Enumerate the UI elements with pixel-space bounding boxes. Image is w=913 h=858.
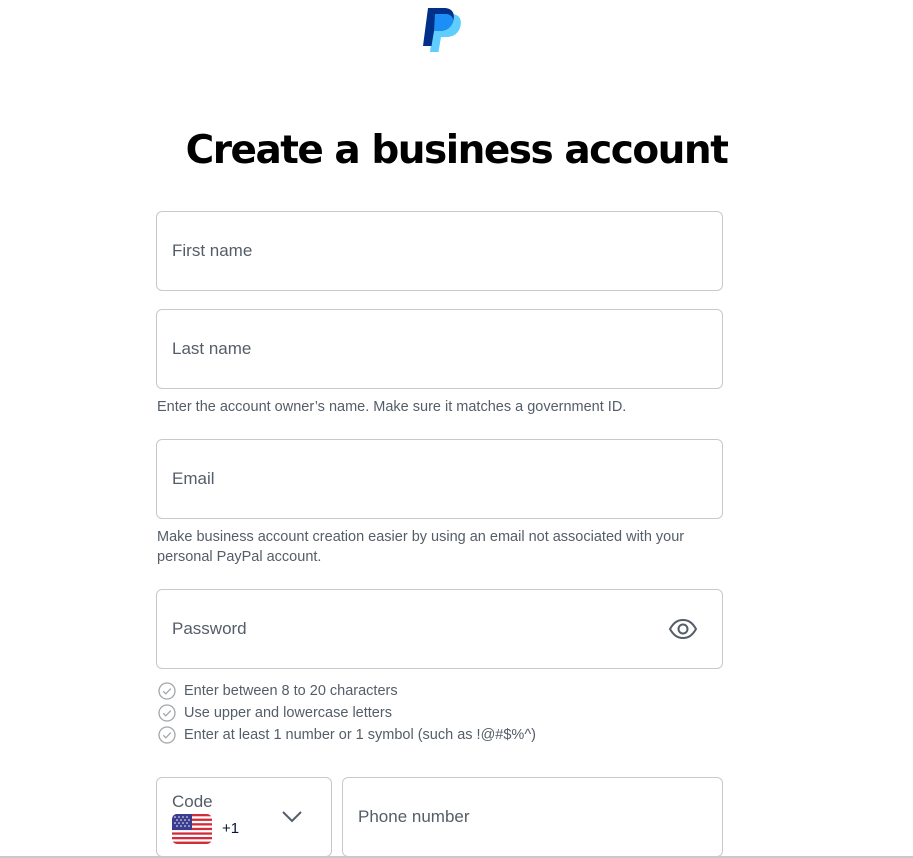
first-name-placeholder: First name [172, 241, 253, 260]
phone-number-field[interactable]: Phone number [342, 777, 723, 857]
password-rule-text: Enter at least 1 number or 1 symbol (suc… [184, 727, 536, 743]
password-rule: Enter at least 1 number or 1 symbol (suc… [158, 724, 536, 746]
email-field[interactable]: Email [156, 439, 723, 519]
email-helper-text: Make business account creation easier by… [157, 529, 685, 565]
password-rule-text: Use upper and lowercase letters [184, 705, 392, 721]
password-rule: Enter between 8 to 20 characters [158, 680, 536, 702]
first-name-field[interactable]: First name [156, 211, 723, 291]
name-helper-text: Enter the account owner’s name. Make sur… [157, 399, 627, 415]
password-rule: Use upper and lowercase letters [158, 702, 536, 724]
password-placeholder: Password [172, 619, 247, 638]
country-code-select[interactable]: Code +1 [156, 777, 332, 857]
us-flag-icon [172, 814, 212, 844]
password-rules: Enter between 8 to 20 characters Use upp… [158, 680, 536, 746]
check-circle-icon [158, 682, 176, 700]
country-code-value: +1 [222, 820, 240, 837]
country-code-label: Code [172, 792, 213, 811]
chevron-down-icon [282, 811, 302, 823]
paypal-logo-icon [423, 8, 461, 52]
phone-number-placeholder: Phone number [358, 807, 470, 826]
password-field[interactable]: Password [156, 589, 723, 669]
page-title: Create a business account [185, 128, 729, 173]
last-name-placeholder: Last name [172, 339, 252, 358]
eye-icon[interactable] [668, 618, 698, 640]
email-placeholder: Email [172, 469, 215, 488]
password-rule-text: Enter between 8 to 20 characters [184, 683, 398, 699]
last-name-field[interactable]: Last name [156, 309, 723, 389]
check-circle-icon [158, 726, 176, 744]
check-circle-icon [158, 704, 176, 722]
